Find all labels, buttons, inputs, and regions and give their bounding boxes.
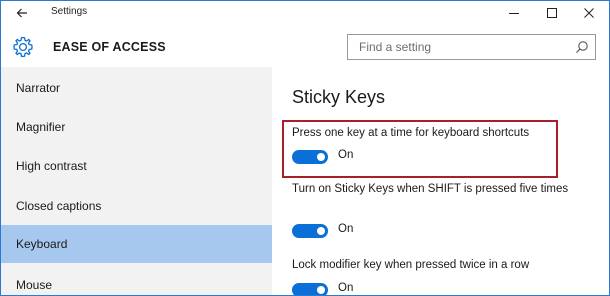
- toggle-state-label: On: [338, 282, 354, 294]
- sidebar-item-mouse[interactable]: Mouse: [1, 266, 272, 295]
- toggle-knob: [317, 227, 325, 235]
- minimize-button[interactable]: [496, 3, 532, 23]
- sidebar-item-closed-captions[interactable]: Closed captions: [1, 187, 272, 225]
- settings-window: Settings EASE OF ACCESS Find a setting N…: [0, 0, 610, 296]
- sidebar-item-keyboard[interactable]: Keyboard: [1, 225, 272, 263]
- toggle-knob: [317, 286, 325, 294]
- toggle-shift-five-times[interactable]: [292, 224, 328, 238]
- sidebar-item-label: Closed captions: [16, 199, 102, 213]
- toggle-one-key-at-a-time[interactable]: [292, 150, 328, 164]
- sidebar-item-label: Keyboard: [16, 237, 68, 251]
- toggle-knob: [317, 153, 325, 161]
- option-label-lock-modifier-key: Lock modifier key when pressed twice in …: [292, 259, 530, 271]
- content-pane: Sticky Keys Press one key at a time for …: [272, 67, 609, 295]
- app-title: Settings: [51, 6, 88, 17]
- search-input[interactable]: [348, 35, 563, 59]
- close-icon: [584, 8, 594, 18]
- section-title: EASE OF ACCESS: [53, 40, 166, 54]
- sidebar-item-label: Mouse: [16, 278, 53, 292]
- search-box[interactable]: [347, 34, 596, 60]
- gear-icon: [13, 36, 33, 58]
- title-bar: Settings: [1, 1, 609, 26]
- sidebar-item-narrator[interactable]: Narrator: [1, 69, 272, 107]
- sidebar: Narrator Magnifier High contrast Closed …: [1, 67, 272, 295]
- maximize-icon: [547, 8, 557, 18]
- option-label-shift-five-times: Turn on Sticky Keys when SHIFT is presse…: [292, 183, 569, 195]
- option-label-one-key-at-a-time: Press one key at a time for keyboard sho…: [292, 127, 530, 139]
- sidebar-item-label: High contrast: [16, 159, 87, 173]
- search-icon[interactable]: [575, 40, 589, 54]
- minimize-icon: [509, 13, 519, 14]
- page-title: Sticky Keys: [292, 87, 386, 107]
- page-header: EASE OF ACCESS: [1, 26, 609, 67]
- sidebar-item-label: Narrator: [16, 81, 61, 95]
- sidebar-item-label: Magnifier: [16, 120, 66, 134]
- toggle-lock-modifier-key[interactable]: [292, 283, 328, 295]
- toggle-state-label: On: [338, 223, 354, 235]
- sidebar-item-high-contrast[interactable]: High contrast: [1, 147, 272, 185]
- close-button[interactable]: [571, 3, 607, 23]
- sidebar-item-magnifier[interactable]: Magnifier: [1, 108, 272, 146]
- maximize-button[interactable]: [534, 3, 570, 23]
- back-button[interactable]: [9, 3, 35, 23]
- toggle-state-label: On: [338, 149, 354, 161]
- back-arrow-icon: [16, 8, 27, 18]
